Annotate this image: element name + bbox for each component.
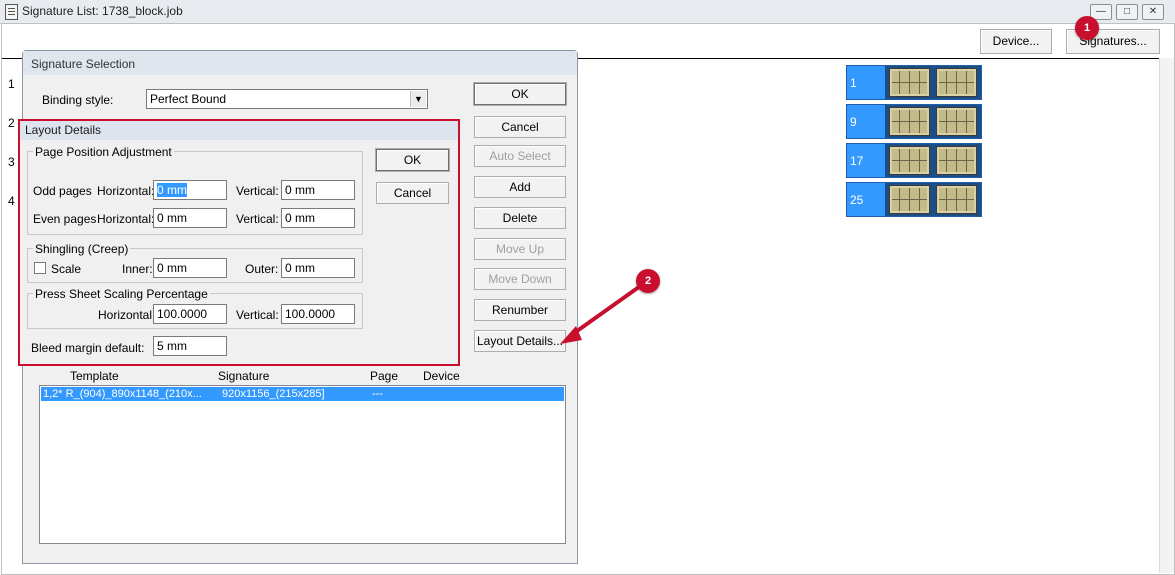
bleed-margin-label: Bleed margin default: (31, 341, 145, 355)
restore-icon[interactable]: □ (1116, 4, 1138, 20)
list-item[interactable]: 1,2* R_(904)_890x1148_(210x... 920x1156_… (41, 387, 564, 401)
scaling-vertical-label: Vertical: (236, 308, 279, 322)
delete-button[interactable]: Delete (474, 207, 566, 229)
press-sheet-icon (936, 68, 977, 97)
scaling-vertical-input[interactable]: 100.0000 (281, 304, 355, 324)
ok-button[interactable]: OK (473, 82, 567, 106)
scaling-horizontal-input[interactable]: 100.0000 (153, 304, 227, 324)
signature-block[interactable]: 1 (846, 65, 982, 100)
outer-label: Outer: (245, 262, 279, 276)
even-pages-label: Even pages (33, 212, 97, 226)
binding-style-select[interactable]: Perfect Bound ▼ (146, 89, 428, 109)
scale-label: Scale (51, 262, 82, 276)
column-header-template[interactable]: Template (70, 369, 119, 383)
signature-cell: 920x1156_(215x285] (222, 388, 325, 400)
odd-horizontal-label: Horizontal: (97, 184, 155, 198)
bleed-margin-input[interactable]: 5 mm (153, 336, 227, 356)
press-sheet-icon (936, 146, 977, 175)
template-list[interactable]: 1,2* R_(904)_890x1148_(210x... 920x1156_… (39, 385, 566, 544)
odd-pages-label: Odd pages (33, 184, 92, 198)
signature-block[interactable]: 9 (846, 104, 982, 139)
vertical-scrollbar[interactable] (1159, 58, 1174, 573)
move-up-button[interactable]: Move Up (474, 238, 566, 260)
cancel-button[interactable]: Cancel (474, 116, 566, 138)
signature-block-number: 25 (850, 193, 864, 207)
page-cell: --- (372, 388, 383, 400)
odd-horizontal-input[interactable]: 0 mm (153, 180, 227, 200)
inner-label: Inner: (122, 262, 153, 276)
document-icon (5, 4, 18, 20)
odd-vertical-input[interactable]: 0 mm (281, 180, 355, 200)
scale-checkbox[interactable] (34, 262, 46, 274)
device-button[interactable]: Device... (980, 29, 1052, 54)
signature-number: 3 (8, 155, 15, 169)
press-sheet-icon (889, 68, 930, 97)
signature-block[interactable]: 17 (846, 143, 982, 178)
binding-style-value: Perfect Bound (150, 92, 227, 106)
shingling-group-label: Shingling (Creep) (33, 242, 131, 256)
signature-selection-title: Signature Selection (31, 57, 136, 71)
press-sheet-icon (889, 107, 930, 136)
signature-number: 1 (8, 77, 15, 91)
chevron-down-icon[interactable]: ▼ (410, 91, 426, 107)
scaling-group-label: Press Sheet Scaling Percentage (33, 287, 210, 301)
page-position-group-label: Page Position Adjustment (33, 145, 174, 159)
column-header-device[interactable]: Device (423, 369, 460, 383)
inner-input[interactable]: 0 mm (153, 258, 227, 278)
layout-details-title: Layout Details (25, 123, 102, 137)
even-vertical-label: Vertical: (236, 212, 279, 226)
press-sheet-icon (889, 185, 930, 214)
column-header-page[interactable]: Page (370, 369, 398, 383)
annotation-marker-1: 1 (1075, 16, 1099, 40)
layout-ok-button[interactable]: OK (375, 148, 450, 172)
signature-number: 4 (8, 194, 15, 208)
even-vertical-input[interactable]: 0 mm (281, 208, 355, 228)
press-sheet-icon (889, 146, 930, 175)
column-header-signature[interactable]: Signature (218, 369, 269, 383)
close-icon[interactable]: ✕ (1142, 4, 1164, 20)
template-cell: 1,2* R_(904)_890x1148_(210x... (43, 388, 202, 400)
annotation-marker-2: 2 (636, 269, 660, 293)
signature-block-number: 17 (850, 154, 864, 168)
signature-block-number: 1 (850, 76, 857, 90)
layout-cancel-button[interactable]: Cancel (376, 182, 449, 204)
press-sheet-icon (936, 107, 977, 136)
odd-horizontal-value: 0 mm (157, 183, 187, 197)
binding-style-label: Binding style: (42, 93, 114, 107)
window-title: Signature List: 1738_block.job (22, 4, 183, 18)
press-sheet-icon (936, 185, 977, 214)
scaling-horizontal-label: Horizontal: (98, 308, 156, 322)
signature-block-number: 9 (850, 115, 857, 129)
outer-input[interactable]: 0 mm (281, 258, 355, 278)
even-horizontal-input[interactable]: 0 mm (153, 208, 227, 228)
signature-number: 2 (8, 116, 15, 130)
auto-select-button[interactable]: Auto Select (474, 145, 566, 167)
add-button[interactable]: Add (474, 176, 566, 198)
signature-block[interactable]: 25 (846, 182, 982, 217)
even-horizontal-label: Horizontal: (97, 212, 155, 226)
odd-vertical-label: Vertical: (236, 184, 279, 198)
